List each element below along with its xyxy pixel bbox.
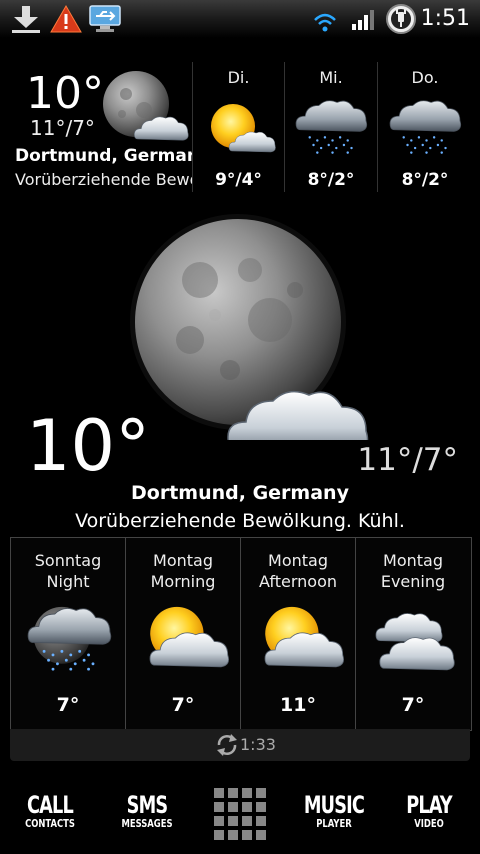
rain-icon <box>387 90 463 166</box>
partly-sunny-icon <box>138 598 230 678</box>
period-day: Montag <box>383 551 443 570</box>
sunny-cloud-icon <box>203 96 279 164</box>
usb-icon <box>88 4 122 38</box>
signal-icon <box>350 8 376 36</box>
forecast-temps: 8°/2° <box>307 170 355 190</box>
cloudy-icon <box>368 598 460 678</box>
condition-small: Vorüberziehende Bewölkung. Kühl. <box>15 170 192 189</box>
period-temp: 7° <box>171 694 195 716</box>
forecast-day-tue[interactable]: Di. 9°/4° <box>193 62 284 192</box>
period-monday-morning[interactable]: Montag Morning 7° <box>126 538 240 730</box>
hilo-small: 11°/7° <box>30 116 95 140</box>
music-player-button[interactable]: MUSIC PLAYER <box>296 792 372 830</box>
sms-messages-button[interactable]: SMS MESSAGES <box>111 792 183 830</box>
period-part: Morning <box>150 572 216 591</box>
call-contacts-button[interactable]: CALL CONTACTS <box>15 792 85 830</box>
dock-sublabel: MESSAGES <box>121 817 173 830</box>
period-monday-afternoon[interactable]: Montag Afternoon 11° <box>241 538 355 730</box>
rain-icon <box>293 90 369 166</box>
period-forecast-grid: Sonntag Night 7° Montag Morning 7° Monta… <box>10 537 472 731</box>
period-day: Montag <box>268 551 328 570</box>
download-icon <box>10 4 42 38</box>
dock-sublabel: CONTACTS <box>25 817 75 830</box>
forecast-day-label: Di. <box>227 68 250 87</box>
current-temp-large: 10° <box>26 405 151 487</box>
period-part: Night <box>46 572 90 591</box>
moon-icon-large <box>120 210 380 453</box>
forecast-day-label: Do. <box>411 68 439 87</box>
dock-sublabel: PLAYER <box>316 817 352 830</box>
city-name-large: Dortmund, Germany <box>131 482 349 504</box>
app-drawer-icon[interactable] <box>214 788 266 844</box>
refresh-bar[interactable]: 1:33 <box>10 729 470 761</box>
forecast-temps: 8°/2° <box>401 170 449 190</box>
play-video-button[interactable]: PLAY VIDEO <box>396 792 462 830</box>
warning-icon <box>50 4 82 38</box>
current-temp-small: 10° <box>26 68 104 119</box>
forecast-day-thu[interactable]: Do. 8°/2° <box>378 62 472 192</box>
dock-sublabel: VIDEO <box>414 817 444 830</box>
period-part: Evening <box>380 572 446 591</box>
period-temp: 7° <box>401 694 425 716</box>
period-temp: 7° <box>56 694 80 716</box>
period-sunday-night[interactable]: Sonntag Night 7° <box>11 538 125 730</box>
period-temp: 11° <box>280 694 316 716</box>
dock-label: SMS <box>126 791 168 819</box>
moon-icon-small <box>100 70 192 146</box>
period-part: Afternoon <box>259 572 337 591</box>
battery-charging-icon <box>384 3 418 39</box>
dock-label: MUSIC <box>303 791 365 819</box>
hilo-large: 11°/7° <box>357 442 458 478</box>
period-monday-evening[interactable]: Montag Evening 7° <box>356 538 470 730</box>
dock-label: CALL <box>27 791 74 819</box>
night-rain-icon <box>23 598 115 678</box>
period-day: Montag <box>153 551 213 570</box>
forecast-day-wed[interactable]: Mi. 8°/2° <box>285 62 377 192</box>
status-time: 1:51 <box>420 6 470 31</box>
wifi-icon <box>312 10 338 38</box>
condition-large: Vorüberziehende Bewölkung. Kühl. <box>75 510 405 532</box>
refresh-icon[interactable] <box>214 733 240 757</box>
forecast-day-label: Mi. <box>319 68 343 87</box>
period-day: Sonntag <box>34 551 102 570</box>
forecast-temps: 9°/4° <box>215 170 262 190</box>
partly-sunny-icon <box>253 598 345 678</box>
city-name-small: Dortmund, Germany <box>15 146 192 166</box>
dock-label: PLAY <box>406 791 452 819</box>
last-updated-time: 1:33 <box>240 735 276 754</box>
status-bar: 1:51 <box>0 0 480 38</box>
